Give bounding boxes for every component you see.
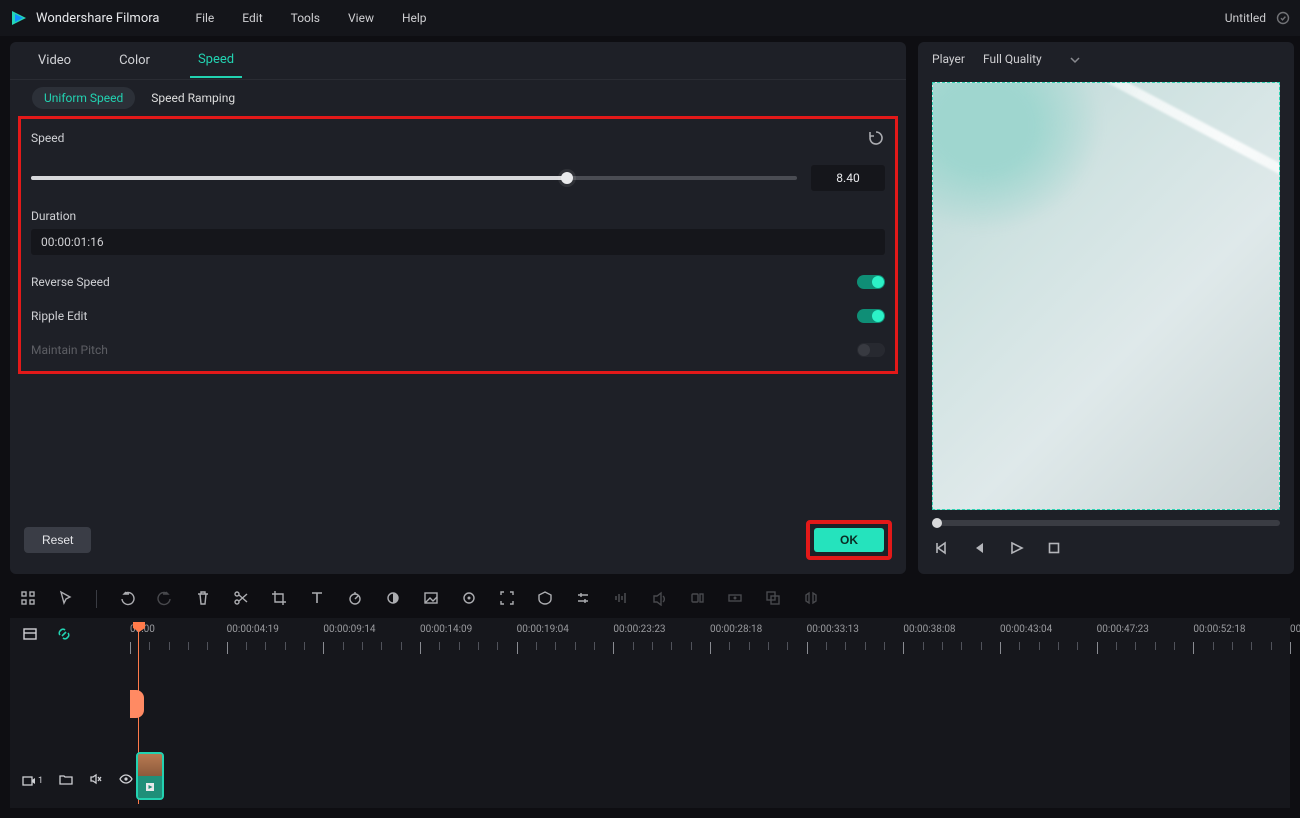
speed-slider[interactable]: [31, 176, 797, 180]
player-panel: Player Full Quality: [918, 42, 1294, 574]
speed-icon[interactable]: [347, 590, 363, 609]
ok-highlight: OK: [806, 520, 892, 560]
green-screen-icon[interactable]: [423, 590, 439, 609]
timeline-options-icon[interactable]: [22, 626, 38, 645]
duration-field[interactable]: 00:00:01:16: [31, 229, 885, 255]
audio-sync-icon[interactable]: [803, 590, 819, 609]
inspector-tabs: Video Color Speed: [10, 42, 906, 80]
reset-button[interactable]: Reset: [24, 527, 91, 553]
menu-edit[interactable]: Edit: [242, 11, 262, 25]
mute-track-icon[interactable]: [89, 772, 103, 789]
video-clip[interactable]: [136, 752, 164, 800]
reverse-speed-toggle[interactable]: [857, 275, 885, 289]
playback-quality-dropdown[interactable]: Full Quality: [983, 52, 1080, 66]
group-icon[interactable]: [765, 590, 781, 609]
mask-icon[interactable]: [537, 590, 553, 609]
subtab-speed-ramping[interactable]: Speed Ramping: [151, 91, 235, 105]
playback-quality-value: Full Quality: [983, 52, 1042, 66]
ruler-label: 00:00:09:14: [323, 624, 375, 635]
clip-play-icon: [145, 782, 155, 792]
color-match-icon[interactable]: [385, 590, 401, 609]
ruler-label: 00:00:33:13: [807, 624, 859, 635]
focus-icon[interactable]: [499, 590, 515, 609]
cursor-icon[interactable]: [58, 590, 74, 609]
undo-icon[interactable]: [119, 590, 135, 609]
reset-speed-icon[interactable]: [867, 129, 885, 147]
maintain-pitch-label: Maintain Pitch: [31, 343, 108, 357]
player-scrubber[interactable]: [932, 520, 1280, 526]
record-vo-icon[interactable]: [689, 590, 705, 609]
delete-icon[interactable]: [195, 590, 211, 609]
ruler-label: 00:00:57:13: [1290, 624, 1300, 635]
timeline-toolbar: [10, 584, 1290, 614]
play-icon[interactable]: [1008, 540, 1024, 559]
app-name: Wondershare Filmora: [36, 11, 159, 26]
cloud-sync-icon[interactable]: [1276, 11, 1290, 25]
ripple-edit-toggle[interactable]: [857, 309, 885, 323]
ruler-label: 00:00:23:23: [613, 624, 665, 635]
player-scrubber-thumb[interactable]: [932, 518, 942, 528]
time-ruler[interactable]: 00:0000:00:04:1900:00:09:1400:00:14:0900…: [130, 624, 1290, 656]
marker-icon[interactable]: [727, 590, 743, 609]
speed-value[interactable]: 8.40: [811, 165, 885, 191]
ruler-label: 00:00:43:04: [1000, 624, 1052, 635]
speed-label: Speed: [31, 131, 64, 145]
ruler-label: 00:00:52:18: [1193, 624, 1245, 635]
main-menu: File Edit Tools View Help: [195, 11, 426, 25]
ruler-label: 00:00:38:08: [903, 624, 955, 635]
maintain-pitch-toggle: [857, 343, 885, 357]
ruler-label: 00:00:04:19: [227, 624, 279, 635]
detach-audio-icon[interactable]: [651, 590, 667, 609]
split-icon[interactable]: [233, 590, 249, 609]
menu-help[interactable]: Help: [402, 11, 427, 25]
ruler-label: 00:00:14:09: [420, 624, 472, 635]
tab-color[interactable]: Color: [111, 44, 158, 77]
stop-icon[interactable]: [1046, 540, 1062, 559]
adjust-icon[interactable]: [575, 590, 591, 609]
inspector-panel: Video Color Speed Uniform Speed Speed Ra…: [10, 42, 906, 574]
audio-mix-icon[interactable]: [613, 590, 629, 609]
video-preview[interactable]: [932, 82, 1280, 510]
app-logo: [10, 9, 28, 27]
reverse-speed-label: Reverse Speed: [31, 275, 110, 289]
ok-button[interactable]: OK: [814, 528, 884, 552]
subtab-uniform-speed[interactable]: Uniform Speed: [32, 87, 135, 109]
keyframe-icon[interactable]: [461, 590, 477, 609]
layout-icon[interactable]: [20, 590, 36, 609]
tab-speed[interactable]: Speed: [190, 43, 242, 78]
speed-settings-highlight: Speed 8.40 Duration 00:00:01:16 Reverse …: [18, 116, 898, 374]
tab-video[interactable]: Video: [30, 44, 79, 77]
menu-tools[interactable]: Tools: [291, 11, 320, 25]
document-title: Untitled: [1225, 11, 1266, 25]
link-icon[interactable]: [56, 626, 72, 645]
track-video-icon[interactable]: 1: [22, 774, 43, 788]
ruler-label: 00:00:47:23: [1097, 624, 1149, 635]
player-label: Player: [932, 52, 965, 66]
redo-icon[interactable]: [157, 590, 173, 609]
ripple-edit-label: Ripple Edit: [31, 309, 87, 323]
folder-icon[interactable]: [59, 772, 73, 789]
speed-slider-thumb[interactable]: [561, 172, 573, 184]
menu-file[interactable]: File: [195, 11, 214, 25]
marker-clip[interactable]: [130, 690, 144, 718]
crop-icon[interactable]: [271, 590, 287, 609]
ruler-label: 00:00:19:04: [517, 624, 569, 635]
timeline[interactable]: 00:0000:00:04:1900:00:09:1400:00:14:0900…: [10, 618, 1290, 808]
prev-frame-icon[interactable]: [932, 540, 948, 559]
duration-label: Duration: [31, 209, 885, 223]
menu-view[interactable]: View: [348, 11, 374, 25]
text-icon[interactable]: [309, 590, 325, 609]
step-back-icon[interactable]: [970, 540, 986, 559]
ruler-label: 00:00:28:18: [710, 624, 762, 635]
chevron-down-icon: [1070, 54, 1080, 64]
visibility-icon[interactable]: [119, 772, 133, 789]
